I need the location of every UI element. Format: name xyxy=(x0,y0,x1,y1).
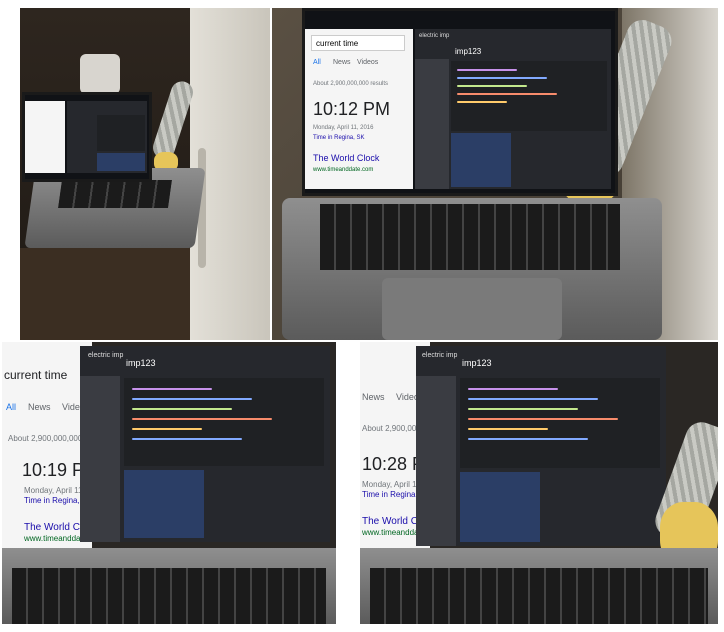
tab-news[interactable]: News xyxy=(28,402,51,412)
clock-location: Time in Regina, SK xyxy=(313,135,365,141)
photo-laptop-overview xyxy=(20,8,270,340)
ide-pane: electric imp imp123 xyxy=(415,29,611,189)
ide-project: imp123 xyxy=(455,47,482,56)
tab-all[interactable]: All xyxy=(313,59,321,66)
ide-code xyxy=(451,61,607,131)
ide-pane: electric imp imp123 xyxy=(80,346,330,542)
search-input[interactable]: current time xyxy=(311,35,405,51)
worldclock-link[interactable]: The World Clock xyxy=(313,153,379,163)
laptop-screen: current time All News Videos About 2,900… xyxy=(302,8,618,196)
ide-pane xyxy=(67,101,147,173)
clock-time: 10:12 PM xyxy=(313,99,391,119)
result-count: About 2,900,000,000 results xyxy=(313,81,389,87)
keyboard xyxy=(320,204,620,270)
clock-date: Monday, April 11, 2016 xyxy=(313,125,374,131)
ide-code xyxy=(460,378,660,468)
google-pane xyxy=(25,101,65,173)
tab-all[interactable]: All xyxy=(6,402,16,412)
ide-project: imp123 xyxy=(462,358,492,368)
laptop-screen xyxy=(22,92,152,182)
search-query: current time xyxy=(4,368,68,382)
ide-code xyxy=(97,115,145,151)
paper-towel xyxy=(80,54,120,94)
ide-terminal xyxy=(460,472,540,542)
ide-brand: electric imp xyxy=(422,352,458,359)
duster xyxy=(150,78,196,162)
ide-terminal xyxy=(124,470,204,538)
photo-closeup-2: current time All News Videos About 2,900… xyxy=(2,342,336,624)
google-pane: current time All News Videos About 2,900… xyxy=(305,29,413,189)
keyboard xyxy=(12,568,326,624)
worldclock-url: www.timeanddate.com xyxy=(313,167,374,173)
ide-brand: electric imp xyxy=(88,352,124,359)
ide-sidebar xyxy=(80,376,120,542)
ide-code xyxy=(124,378,324,466)
ide-project: imp123 xyxy=(126,358,156,368)
keyboard xyxy=(370,568,708,624)
tab-videos[interactable]: Videos xyxy=(357,59,378,66)
google-pane: current time All News Videos About 2,900… xyxy=(2,342,108,548)
ide-terminal xyxy=(451,133,511,187)
tab-news[interactable]: News xyxy=(333,59,351,66)
photo-closeup-3: News Videos About 2,900,000,000 results … xyxy=(360,342,718,624)
photo-closeup-1: current time All News Videos About 2,900… xyxy=(272,8,718,340)
ide-brand: electric imp xyxy=(419,33,450,39)
ide-pane: electric imp imp123 xyxy=(416,346,666,546)
ide-terminal xyxy=(97,153,145,171)
cabinet xyxy=(20,248,190,340)
ide-sidebar xyxy=(415,59,449,189)
keyboard xyxy=(58,180,172,208)
trackpad xyxy=(382,278,562,340)
tab-news[interactable]: News xyxy=(362,392,385,402)
ide-sidebar xyxy=(416,376,456,546)
